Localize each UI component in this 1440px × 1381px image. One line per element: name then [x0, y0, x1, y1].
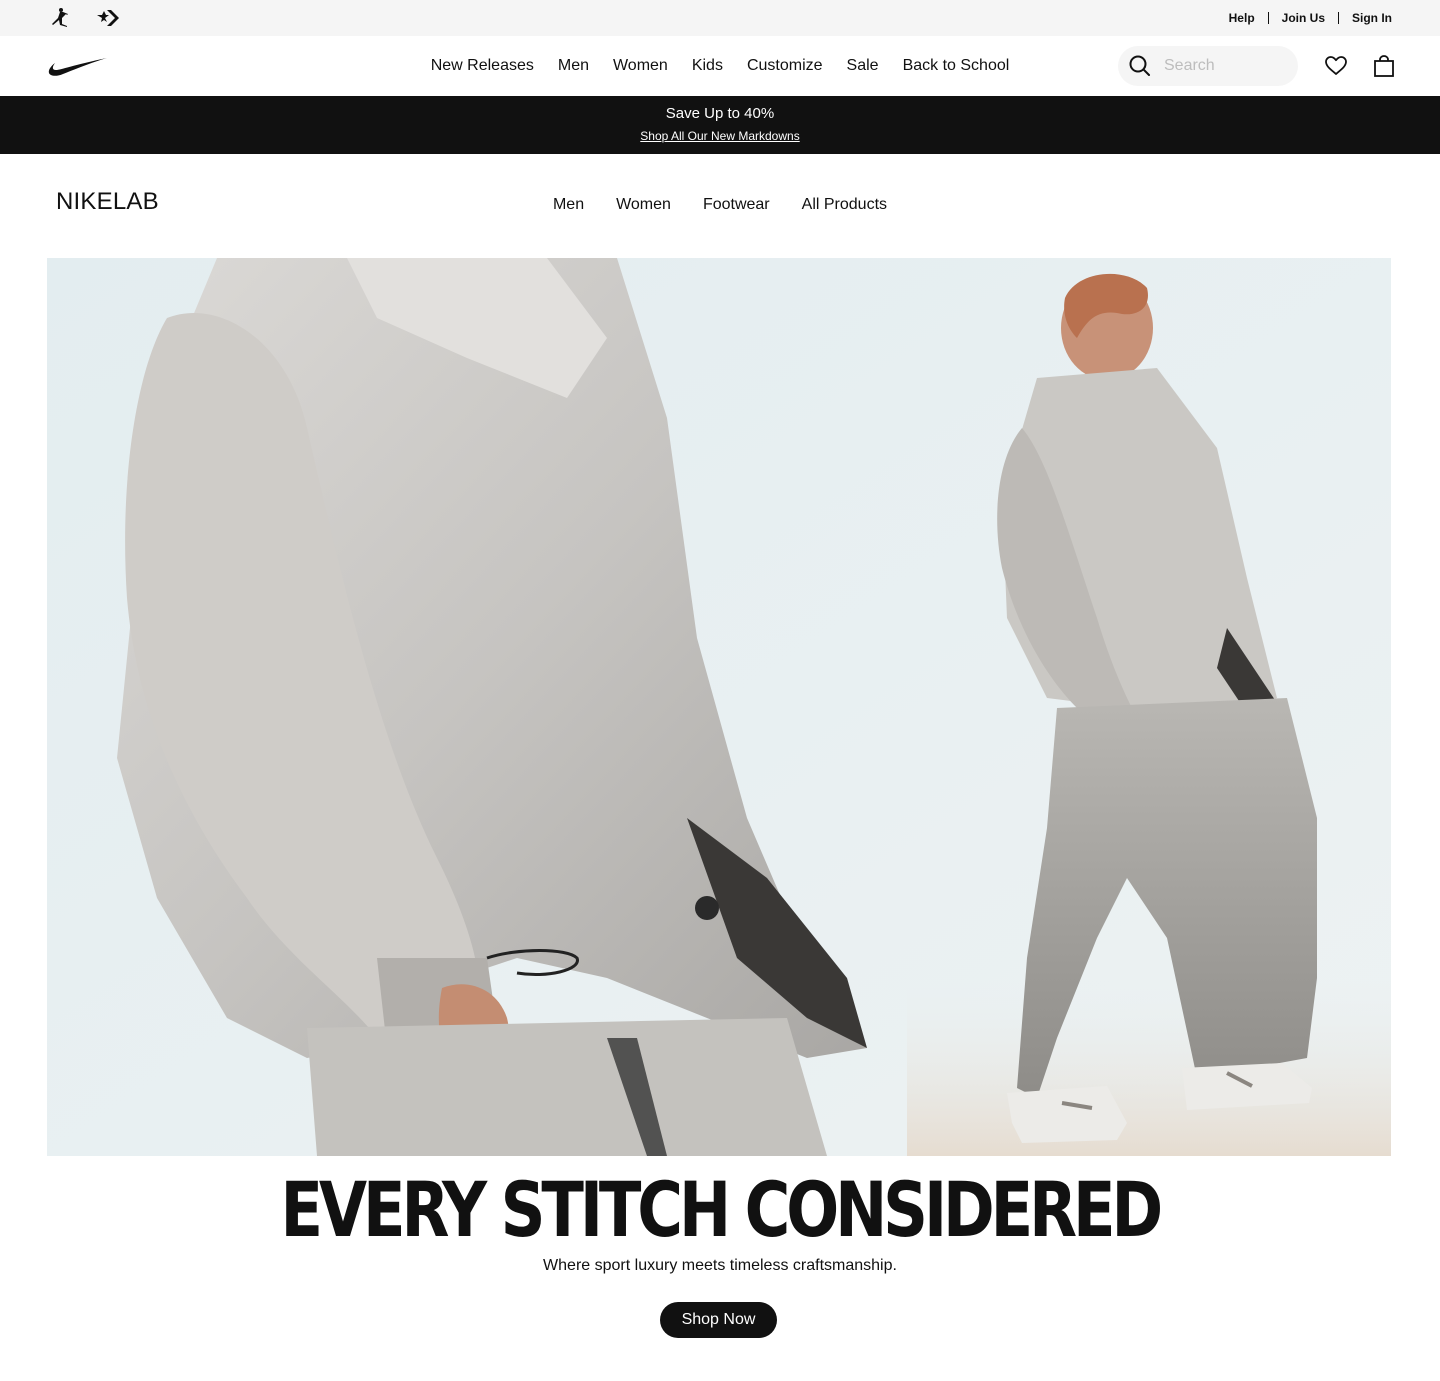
divider	[1267, 12, 1269, 24]
utility-bar: Help Join Us Sign In	[0, 0, 1440, 36]
hero-subtext: Where sport luxury meets timeless crafts…	[543, 1257, 897, 1274]
nav-customize[interactable]: Customize	[747, 57, 823, 75]
join-us-link[interactable]: Join Us	[1282, 11, 1325, 25]
utility-links: Help Join Us Sign In	[1229, 0, 1392, 36]
help-link[interactable]: Help	[1229, 11, 1255, 25]
nav-men[interactable]: Men	[558, 57, 589, 75]
divider	[1338, 12, 1339, 24]
nav-kids[interactable]: Kids	[692, 57, 723, 75]
sub-nav: Men Women Footwear All Products	[0, 196, 1440, 214]
heart-icon[interactable]	[1324, 54, 1348, 78]
nav-new-releases[interactable]: New Releases	[431, 57, 534, 75]
subnav-women[interactable]: Women	[616, 196, 671, 214]
search-input[interactable]	[1164, 46, 1284, 86]
promo-link[interactable]: Shop All Our New Markdowns	[0, 129, 1440, 143]
bag-icon[interactable]	[1372, 54, 1396, 78]
shop-now-button[interactable]: Shop Now	[660, 1302, 777, 1338]
nav-women[interactable]: Women	[613, 57, 668, 75]
subnav-all-products[interactable]: All Products	[802, 196, 887, 214]
promo-banner: Save Up to 40% Shop All Our New Markdown…	[0, 96, 1440, 154]
subnav-men[interactable]: Men	[553, 196, 584, 214]
hero-headline-text: EVERY STITCH CONSIDERED	[280, 1165, 1164, 1254]
hero-image[interactable]	[47, 258, 1391, 1156]
hero-headline: EVERY STITCH CONSIDERED	[0, 1172, 1440, 1248]
nav-sale[interactable]: Sale	[847, 57, 879, 75]
jordan-icon[interactable]	[48, 7, 72, 29]
sign-in-link[interactable]: Sign In	[1352, 11, 1392, 25]
subnav-footwear[interactable]: Footwear	[703, 196, 770, 214]
nike-swoosh-icon[interactable]	[48, 56, 108, 78]
promo-title: Save Up to 40%	[665, 105, 775, 122]
nav-back-to-school[interactable]: Back to School	[903, 57, 1010, 75]
search-icon[interactable]	[1128, 54, 1152, 78]
search-box[interactable]	[1118, 46, 1298, 86]
converse-icon[interactable]	[95, 7, 119, 29]
main-header: New Releases Men Women Kids Customize Sa…	[0, 36, 1440, 96]
